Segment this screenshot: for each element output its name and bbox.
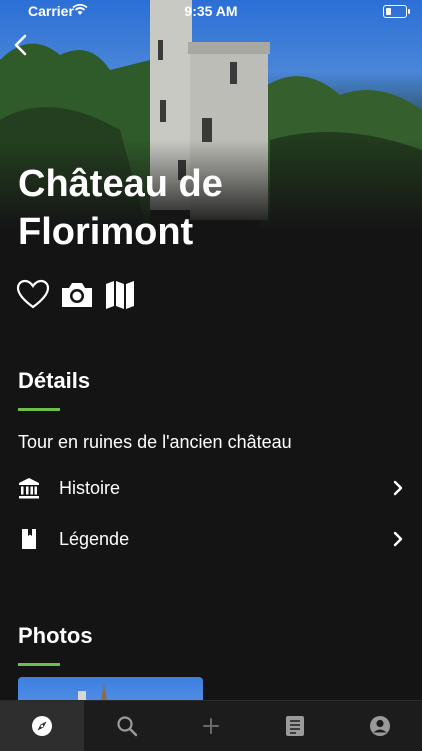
list-icon xyxy=(286,716,305,736)
book-icon xyxy=(22,529,36,549)
action-row xyxy=(16,278,138,312)
chevron-right-icon xyxy=(393,480,403,496)
back-chevron-icon[interactable] xyxy=(8,30,34,60)
page-title: Château de Florimont xyxy=(18,163,223,253)
compass-icon xyxy=(32,716,53,736)
tab-list[interactable] xyxy=(253,701,337,751)
tab-search[interactable] xyxy=(84,701,168,751)
museum-icon xyxy=(19,478,39,499)
details-heading: Détails xyxy=(18,368,91,393)
battery-icon xyxy=(383,5,410,18)
photos-heading: Photos xyxy=(18,623,93,648)
details-item-legende[interactable]: Légende xyxy=(18,524,404,554)
place-description: Tour en ruines de l'ancien château xyxy=(18,432,292,452)
details-underline xyxy=(18,408,60,411)
plus-icon xyxy=(203,718,220,734)
details-item-histoire[interactable]: Histoire xyxy=(18,473,404,503)
tab-profile[interactable] xyxy=(338,701,422,751)
tab-add[interactable] xyxy=(169,701,253,751)
user-icon xyxy=(369,716,390,736)
camera-icon[interactable] xyxy=(60,278,94,312)
details-item-label: Légende xyxy=(59,528,130,549)
chevron-right-icon xyxy=(393,531,403,547)
status-time: 9:35 AM xyxy=(184,3,238,19)
photos-underline xyxy=(18,663,60,666)
search-icon xyxy=(117,716,137,737)
tab-explore[interactable] xyxy=(0,701,85,751)
heart-icon[interactable] xyxy=(16,278,50,312)
map-icon[interactable] xyxy=(104,278,138,312)
tab-bar xyxy=(0,700,422,751)
status-bar: Carrier 9:35 AM xyxy=(0,0,422,22)
details-item-label: Histoire xyxy=(59,477,121,498)
